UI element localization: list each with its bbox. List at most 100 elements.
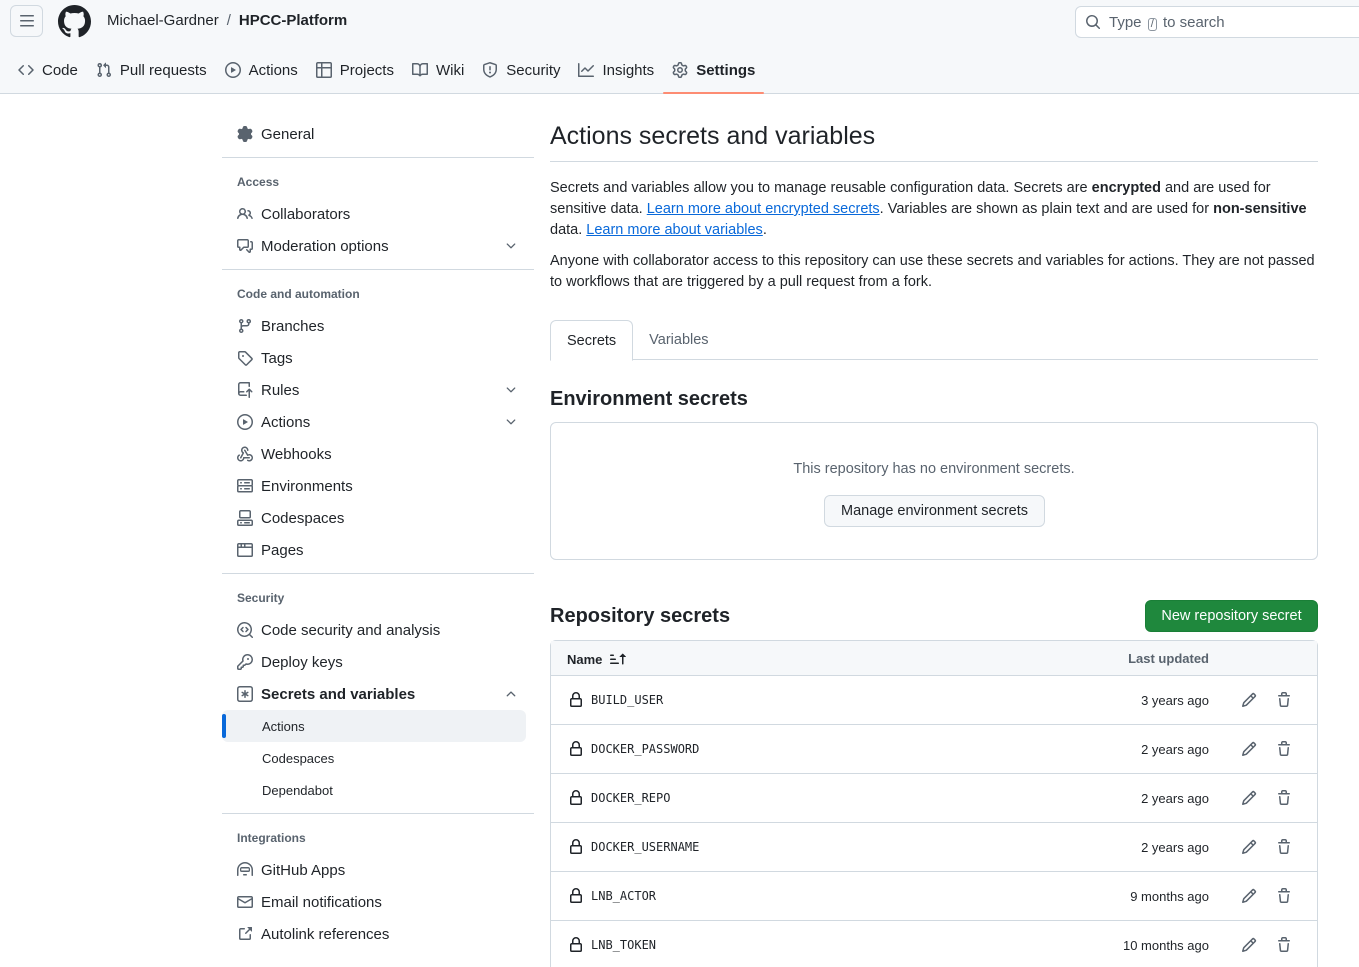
sidebar-item-moderation-options[interactable]: Moderation options xyxy=(222,230,534,262)
sidebar-item-label: Secrets and variables xyxy=(261,685,416,703)
sidebar-item-rules[interactable]: Rules xyxy=(222,374,534,406)
sidebar-heading-access: Access xyxy=(237,175,280,189)
intro-paragraph-2: Anyone with collaborator access to this … xyxy=(550,253,1315,290)
learn-more-variables-link[interactable]: Learn more about variables xyxy=(586,222,763,238)
intro-paragraph-1: Secrets and variables allow you to manag… xyxy=(550,180,1307,238)
tab-actions[interactable]: Actions xyxy=(216,48,307,92)
trash-icon[interactable] xyxy=(1276,839,1292,855)
secret-name: LNB_TOKEN xyxy=(591,938,657,952)
tab-code[interactable]: Code xyxy=(9,48,87,92)
sidebar-item-autolink-references[interactable]: Autolink references xyxy=(222,918,534,950)
divider xyxy=(222,157,534,158)
tab-wiki[interactable]: Wiki xyxy=(403,48,473,92)
settings-sidebar: General Access Collaborators Moderation … xyxy=(222,118,534,950)
tab-label: Insights xyxy=(602,61,655,79)
github-logo-icon[interactable] xyxy=(58,5,91,38)
search-input[interactable]: Type / to search xyxy=(1075,6,1359,38)
sidebar-heading-security: Security xyxy=(237,591,285,605)
repo-link[interactable]: HPCC-Platform xyxy=(239,12,347,29)
secret-name: BUILD_USER xyxy=(591,693,664,707)
sidebar-item-general[interactable]: General xyxy=(222,118,534,150)
trash-icon[interactable] xyxy=(1276,741,1292,757)
sort-by-name-button[interactable]: Name xyxy=(567,651,627,667)
graph-icon xyxy=(578,63,595,77)
secret-last-updated: 2 years ago xyxy=(1141,840,1209,855)
tab-secrets[interactable]: Secrets xyxy=(550,320,634,361)
sidebar-item-pages[interactable]: Pages xyxy=(222,534,534,566)
sidebar-heading-integrations: Integrations xyxy=(237,831,306,845)
tab-security[interactable]: Security xyxy=(473,48,569,92)
sidebar-item-branches[interactable]: Branches xyxy=(222,310,534,342)
tab-label: Security xyxy=(506,61,561,79)
pencil-icon[interactable] xyxy=(1241,839,1257,855)
browser-icon xyxy=(237,543,253,557)
tab-pull-requests[interactable]: Pull requests xyxy=(87,48,216,92)
sidebar-item-code-security[interactable]: Code security and analysis xyxy=(222,614,534,646)
tab-label: Wiki xyxy=(435,61,465,79)
sidebar-item-github-apps[interactable]: GitHub Apps xyxy=(222,854,534,886)
environment-secrets-heading: Environment secrets xyxy=(550,388,748,410)
secret-last-updated: 2 years ago xyxy=(1141,791,1209,806)
code-icon xyxy=(18,64,34,76)
search-placeholder: Type / to search xyxy=(1109,13,1225,31)
play-icon xyxy=(224,62,241,78)
secret-last-updated: 3 years ago xyxy=(1141,693,1209,708)
new-repository-secret-button[interactable]: New repository secret xyxy=(1145,600,1318,632)
lock-icon xyxy=(570,839,582,854)
sidebar-item-label: Collaborators xyxy=(261,205,351,223)
tab-insights[interactable]: Insights xyxy=(569,48,663,92)
pencil-icon[interactable] xyxy=(1241,888,1257,904)
tab-variables[interactable]: Variables xyxy=(633,320,724,360)
link-external-icon xyxy=(239,927,252,940)
book-icon xyxy=(411,62,428,77)
sidebar-subitem-actions[interactable]: Actions xyxy=(222,710,526,742)
sidebar-item-webhooks[interactable]: Webhooks xyxy=(222,438,534,470)
sidebar-subitem-codespaces[interactable]: Codespaces xyxy=(222,742,526,774)
sidebar-item-email-notifications[interactable]: Email notifications xyxy=(222,886,534,918)
pencil-icon[interactable] xyxy=(1241,937,1257,953)
pencil-icon[interactable] xyxy=(1241,790,1257,806)
sidebar-item-secrets-and-variables[interactable]: Secrets and variables xyxy=(222,678,534,710)
secret-name: LNB_ACTOR xyxy=(591,889,657,903)
pencil-icon[interactable] xyxy=(1241,741,1257,757)
sidebar-item-label: Webhooks xyxy=(261,445,332,463)
lock-icon xyxy=(570,888,582,903)
table-header: Name Last updated xyxy=(551,641,1317,676)
menu-button[interactable] xyxy=(10,5,43,37)
secret-last-updated: 10 months ago xyxy=(1122,938,1209,953)
git-branch-icon xyxy=(238,319,251,334)
tab-label: Settings xyxy=(696,61,756,79)
sidebar-item-tags[interactable]: Tags xyxy=(222,342,534,374)
main-content: Actions secrets and variables Secrets an… xyxy=(550,118,1318,967)
tab-projects[interactable]: Projects xyxy=(307,48,403,92)
environment-secrets-empty-message: This repository has no environment secre… xyxy=(793,461,1075,477)
tab-label: Actions xyxy=(248,61,298,79)
sidebar-item-collaborators[interactable]: Collaborators xyxy=(222,198,534,230)
table-row: LNB_TOKEN 10 months ago xyxy=(551,921,1317,967)
sidebar-item-environments[interactable]: Environments xyxy=(222,470,534,502)
sidebar-item-label: Actions xyxy=(261,413,311,431)
secret-rows: BUILD_USER 3 years ago DOCKER_PASSWORD 2… xyxy=(551,676,1317,967)
lock-icon xyxy=(570,790,582,805)
trash-icon[interactable] xyxy=(1276,692,1292,708)
sidebar-item-codespaces[interactable]: Codespaces xyxy=(222,502,534,534)
trash-icon[interactable] xyxy=(1276,937,1292,953)
shield-icon xyxy=(483,62,498,78)
key-asterisk-icon xyxy=(237,686,253,702)
trash-icon[interactable] xyxy=(1276,790,1292,806)
trash-icon[interactable] xyxy=(1276,888,1292,904)
intro-text: Secrets and variables allow you to manag… xyxy=(550,178,1318,293)
tab-settings[interactable]: Settings xyxy=(663,48,765,94)
repository-secrets-table: Name Last updated BUILD_USER 3 years ago… xyxy=(550,640,1318,967)
manage-environment-secrets-button[interactable]: Manage environment secrets xyxy=(824,495,1045,527)
owner-link[interactable]: Michael-Gardner xyxy=(107,12,219,29)
gear-icon xyxy=(237,126,253,142)
sidebar-item-deploy-keys[interactable]: Deploy keys xyxy=(222,646,534,678)
chevron-down-icon xyxy=(506,243,516,249)
learn-more-secrets-link[interactable]: Learn more about encrypted secrets xyxy=(647,201,880,217)
pencil-icon[interactable] xyxy=(1241,692,1257,708)
sidebar-subitem-dependabot[interactable]: Dependabot xyxy=(222,774,526,806)
divider xyxy=(222,573,534,574)
sidebar-item-actions[interactable]: Actions xyxy=(222,406,534,438)
sidebar-item-label: Deploy keys xyxy=(261,653,343,671)
